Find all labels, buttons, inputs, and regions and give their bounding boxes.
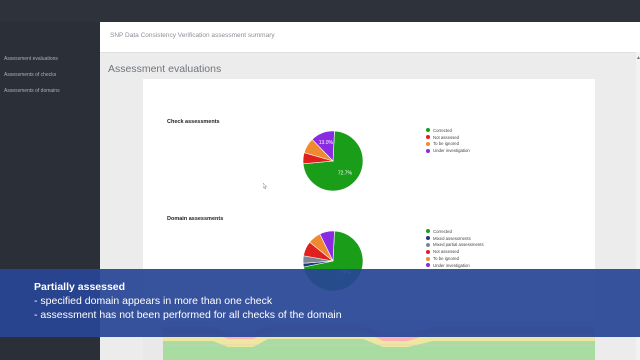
section-title: Assessment evaluations [108, 63, 222, 75]
legend-marker-icon [426, 263, 430, 268]
legend-label: Mixed assessments [433, 235, 471, 241]
legend-marker-icon [426, 256, 430, 261]
mouse-cursor-icon [263, 183, 267, 189]
chart-title-domain: Domain assessments [167, 216, 224, 222]
legend-label: To be ignored [433, 256, 460, 262]
sidebar-item-assessment-evaluations[interactable]: Assessment evaluations [4, 56, 58, 62]
overlay-title: Partially assessed [34, 281, 126, 293]
sidebar-item-assessments-of-checks[interactable]: Assessments of checks [4, 72, 56, 78]
legend-marker-icon [426, 128, 430, 133]
scroll-up-icon[interactable]: ▲ [636, 52, 640, 64]
legend-item[interactable]: Mixed assessments [426, 235, 484, 242]
sidebar-item-assessments-of-domains[interactable]: Assessments of domains [4, 88, 60, 94]
legend-label: To be ignored [433, 141, 460, 147]
legend-marker-icon [426, 236, 430, 241]
legend-marker-icon [426, 249, 430, 254]
pie-data-label: 13.0% [319, 140, 334, 146]
overlay-line: - assessment has not been performed for … [34, 309, 342, 321]
legend-label: Not assessed [433, 134, 460, 140]
legend-item[interactable]: Under investigation [426, 262, 484, 269]
legend-item[interactable]: Not assessed [426, 134, 470, 141]
legend-marker-icon [426, 141, 430, 146]
chart-title-check: Check assessments [167, 119, 220, 125]
legend-marker-icon [426, 242, 430, 247]
legend-marker-icon [426, 148, 430, 153]
page-title: SNP Data Consistency Verification assess… [110, 32, 275, 39]
legend-item[interactable]: To be ignored [426, 255, 484, 262]
legend-item[interactable]: To be ignored [426, 141, 470, 148]
legend-marker-icon [426, 229, 430, 234]
legend-label: Under investigation [433, 148, 470, 154]
legend-label: Corrected [433, 127, 452, 133]
legend-item[interactable]: Under investigation [426, 147, 470, 154]
domain-assessments-legend: Corrected Mixed assessments Mixed partial … [426, 228, 484, 269]
legend-item[interactable]: Mixed partial assessments [426, 242, 484, 249]
caption-overlay: Partially assessed - specified domain ap… [0, 269, 640, 337]
legend-label: Not assessed [433, 249, 460, 255]
legend-label: Mixed partial assessments [433, 242, 484, 248]
legend-item[interactable]: Not assessed [426, 248, 484, 255]
top-bar [0, 0, 640, 22]
check-assessments-pie: 72.7% 13.0% [302, 130, 364, 192]
legend-label: Corrected [433, 228, 452, 234]
overlay-line: - specified domain appears in more than … [34, 295, 273, 307]
legend-item[interactable]: Corrected [426, 228, 484, 235]
check-assessments-legend: Corrected Not assessed To be ignored Under … [426, 127, 470, 154]
legend-item[interactable]: Corrected [426, 127, 470, 134]
legend-marker-icon [426, 135, 430, 140]
legend-label: Under investigation [433, 262, 470, 268]
pie-data-label: 72.7% [338, 170, 353, 176]
